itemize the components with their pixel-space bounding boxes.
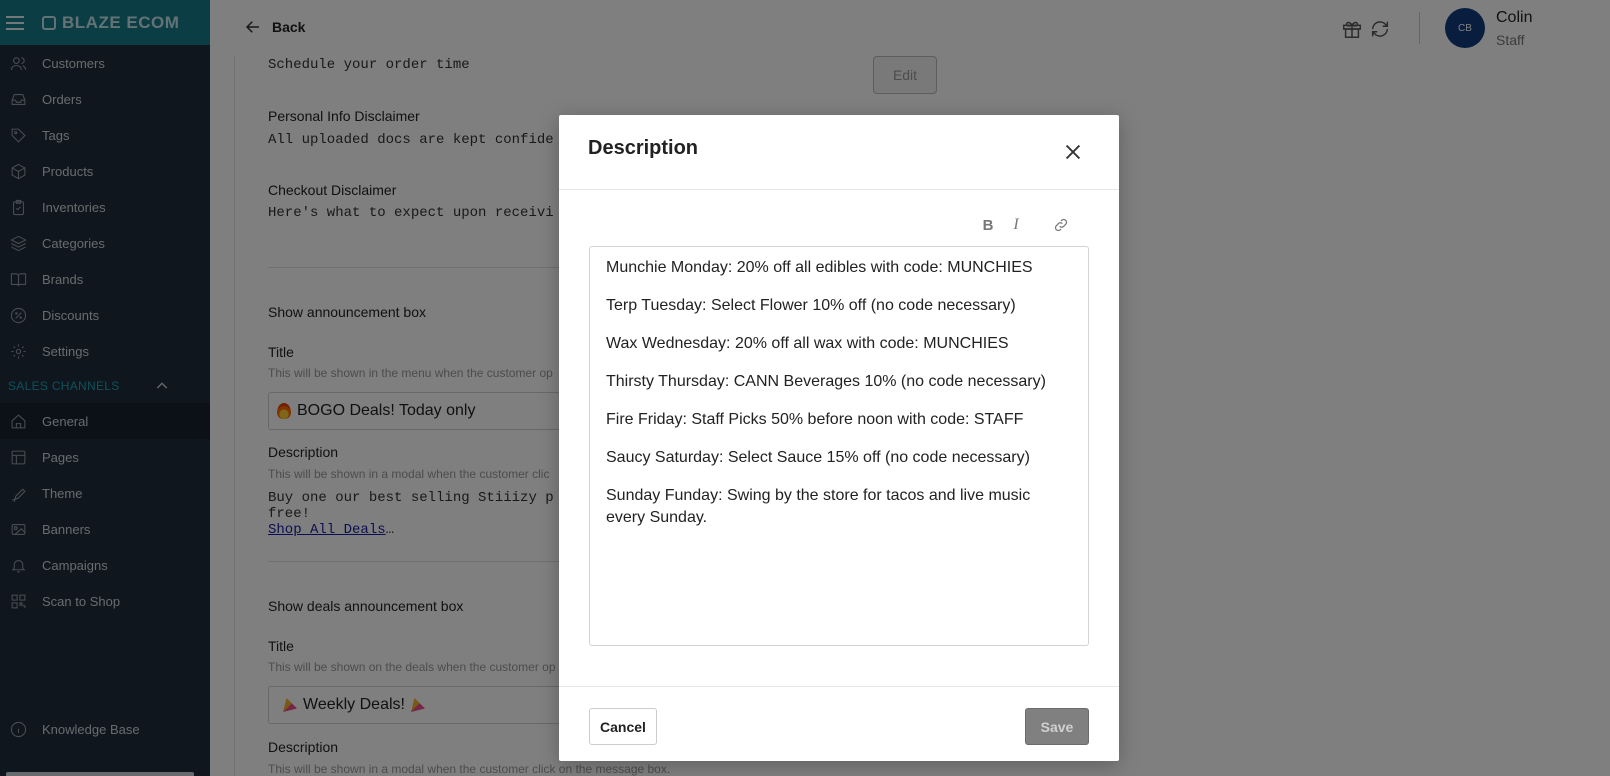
- editor-paragraph: Sunday Funday: Swing by the store for ta…: [606, 487, 1031, 526]
- modal-footer: Cancel Save: [559, 686, 1119, 761]
- editor-paragraph: Terp Tuesday: Select Flower 10% off (no …: [606, 297, 1016, 314]
- description-modal: Description B I Munchie Monday: 20% off …: [559, 115, 1119, 761]
- editor-paragraph: Munchie Monday: 20% off all edibles with…: [606, 259, 1033, 276]
- close-icon[interactable]: [1062, 141, 1084, 163]
- link-icon[interactable]: [1052, 216, 1070, 234]
- italic-icon[interactable]: I: [1007, 216, 1025, 234]
- bold-icon[interactable]: B: [979, 216, 997, 234]
- editor-paragraph: Fire Friday: Staff Picks 50% before noon…: [606, 411, 1024, 428]
- save-button[interactable]: Save: [1025, 708, 1089, 745]
- editor-paragraph: Saucy Saturday: Select Sauce 15% off (no…: [606, 449, 1030, 466]
- description-editor[interactable]: Munchie Monday: 20% off all edibles with…: [589, 246, 1089, 646]
- cancel-button[interactable]: Cancel: [589, 708, 657, 745]
- modal-header: Description: [559, 115, 1119, 190]
- editor-paragraph: Wax Wednesday: 20% off all wax with code…: [606, 335, 1009, 352]
- modal-title: Description: [588, 137, 699, 159]
- editor-paragraph: Thirsty Thursday: CANN Beverages 10% (no…: [606, 373, 1046, 390]
